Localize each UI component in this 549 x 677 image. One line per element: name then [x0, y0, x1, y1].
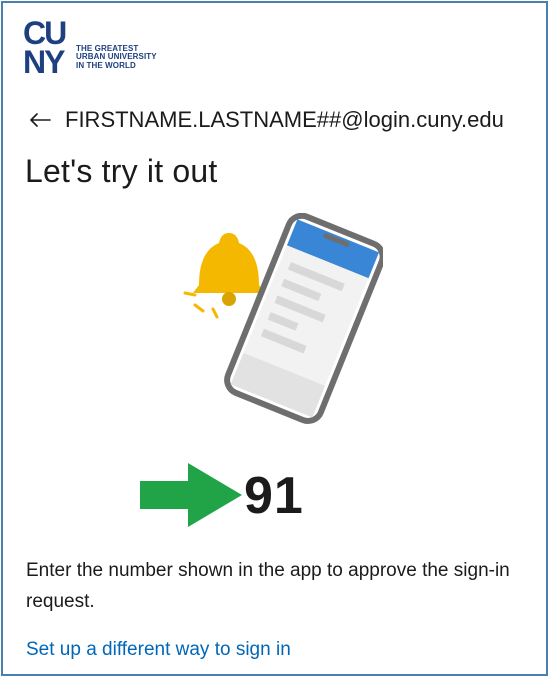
- svg-text:NY: NY: [23, 44, 65, 75]
- bell-icon: [183, 233, 265, 319]
- logo-tagline: THE GREATEST URBAN UNIVERSITY IN THE WOR…: [76, 44, 186, 70]
- phone-notification-illustration: [183, 213, 383, 424]
- logo-tagline-line: IN THE WORLD: [76, 60, 136, 70]
- instruction-text: Enter the number shown in the app to app…: [26, 560, 510, 612]
- account-email: FIRSTNAME.LASTNAME##@login.cuny.edu: [65, 107, 504, 132]
- arrow-right-icon: [140, 463, 242, 527]
- approval-number: 91: [244, 467, 304, 525]
- different-sign-in-method-link[interactable]: Set up a different way to sign in: [26, 639, 291, 661]
- arrow-left-icon[interactable]: [29, 112, 51, 128]
- authenticator-dialog: CU NY THE GREATEST URBAN UNIVERSITY IN T…: [1, 1, 548, 676]
- approval-number-row: 91: [140, 463, 340, 528]
- page-title: Let's try it out: [25, 153, 218, 189]
- account-identity: FIRSTNAME.LASTNAME##@login.cuny.edu: [29, 107, 504, 133]
- cuny-logo-mark: CU NY: [23, 17, 68, 75]
- phone-icon: [224, 213, 383, 424]
